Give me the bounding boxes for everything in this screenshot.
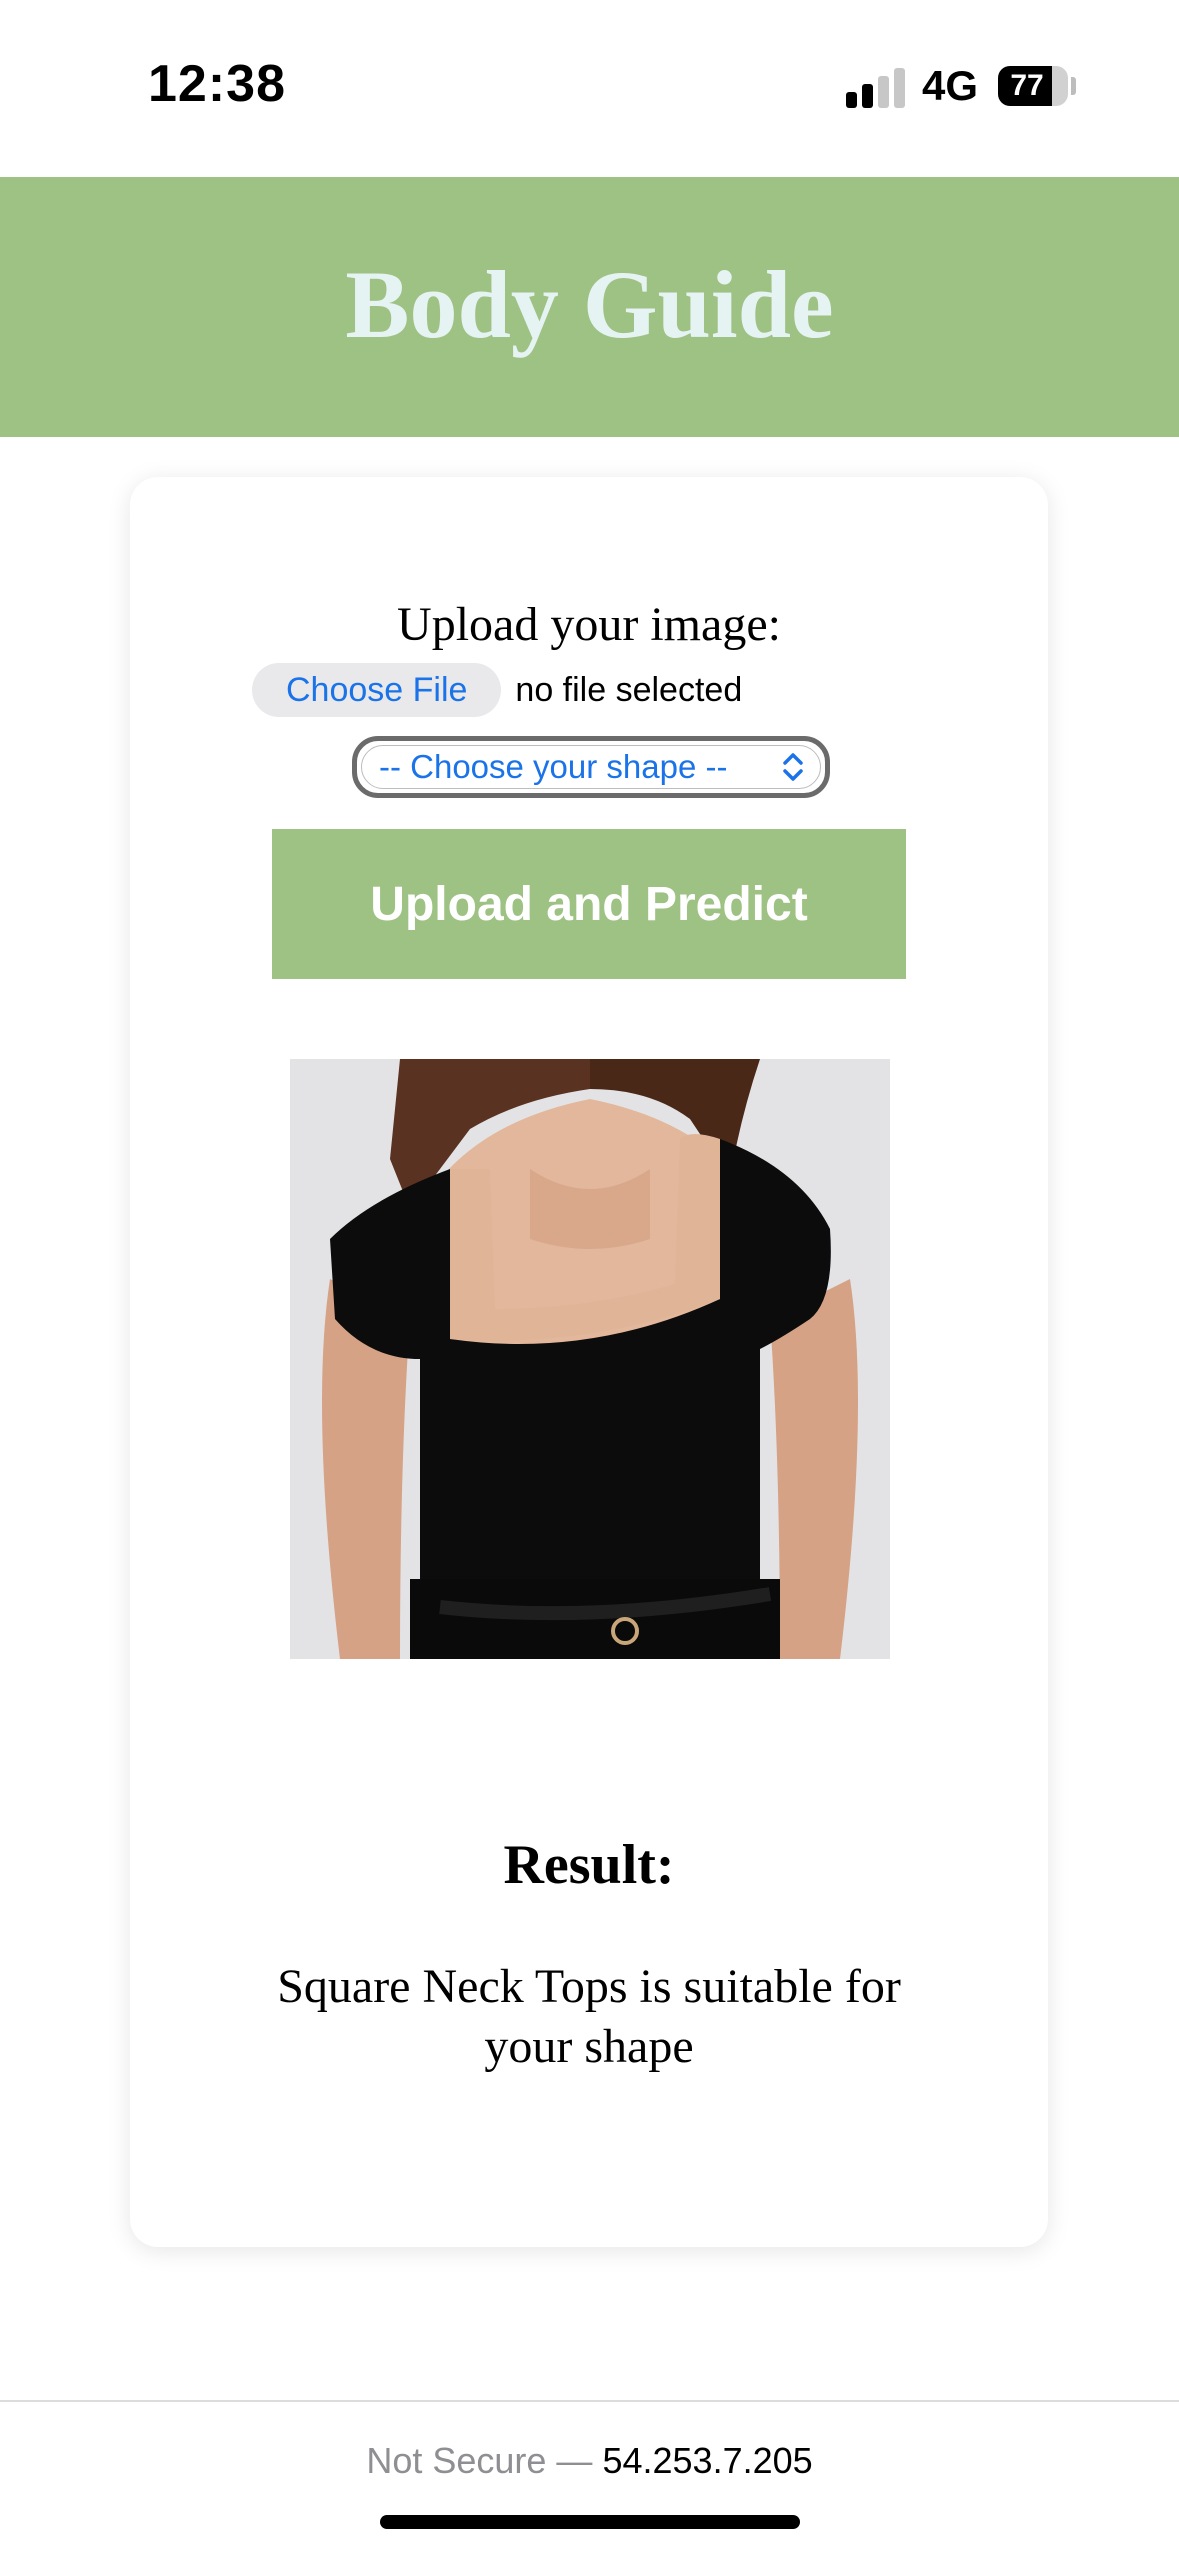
url-text[interactable]: Not Secure — 54.253.7.205 bbox=[0, 2440, 1179, 2482]
app-header: Body Guide bbox=[0, 177, 1179, 437]
browser-url-bar[interactable]: Not Secure — 54.253.7.205 bbox=[0, 2400, 1179, 2558]
status-time: 12:38 bbox=[148, 55, 286, 113]
square-neck-top-photo bbox=[290, 1059, 890, 1659]
shape-select[interactable]: -- Choose your shape -- bbox=[352, 736, 830, 798]
upload-card: Upload your image: Choose File no file s… bbox=[130, 477, 1048, 2247]
status-bar: 12:38 4G 77 bbox=[0, 0, 1179, 175]
url-host: 54.253.7.205 bbox=[602, 2440, 813, 2481]
home-indicator[interactable] bbox=[380, 2515, 800, 2529]
page-title: Body Guide bbox=[345, 251, 834, 358]
shape-select-value: -- Choose your shape -- bbox=[379, 748, 728, 785]
upload-label: Upload your image: bbox=[397, 598, 781, 651]
result-text: Square Neck Tops is suitable for your sh… bbox=[277, 1960, 901, 2073]
upload-and-predict-button[interactable]: Upload and Predict bbox=[272, 829, 906, 979]
battery-level: 77 bbox=[1010, 69, 1044, 102]
result-heading: Result: bbox=[503, 1834, 675, 1896]
battery-icon: 77 bbox=[998, 66, 1068, 106]
choose-file-button[interactable]: Choose File bbox=[252, 663, 502, 717]
file-input-row: Choose File no file selected bbox=[252, 663, 742, 717]
file-status-text: no file selected bbox=[515, 670, 743, 709]
uploaded-image-preview bbox=[290, 1059, 890, 1659]
chevron-up-down-icon bbox=[783, 753, 803, 781]
cellular-signal-icon bbox=[846, 68, 906, 108]
network-type: 4G bbox=[922, 62, 979, 109]
security-label: Not Secure — bbox=[366, 2440, 593, 2481]
battery-cap bbox=[1071, 77, 1076, 95]
